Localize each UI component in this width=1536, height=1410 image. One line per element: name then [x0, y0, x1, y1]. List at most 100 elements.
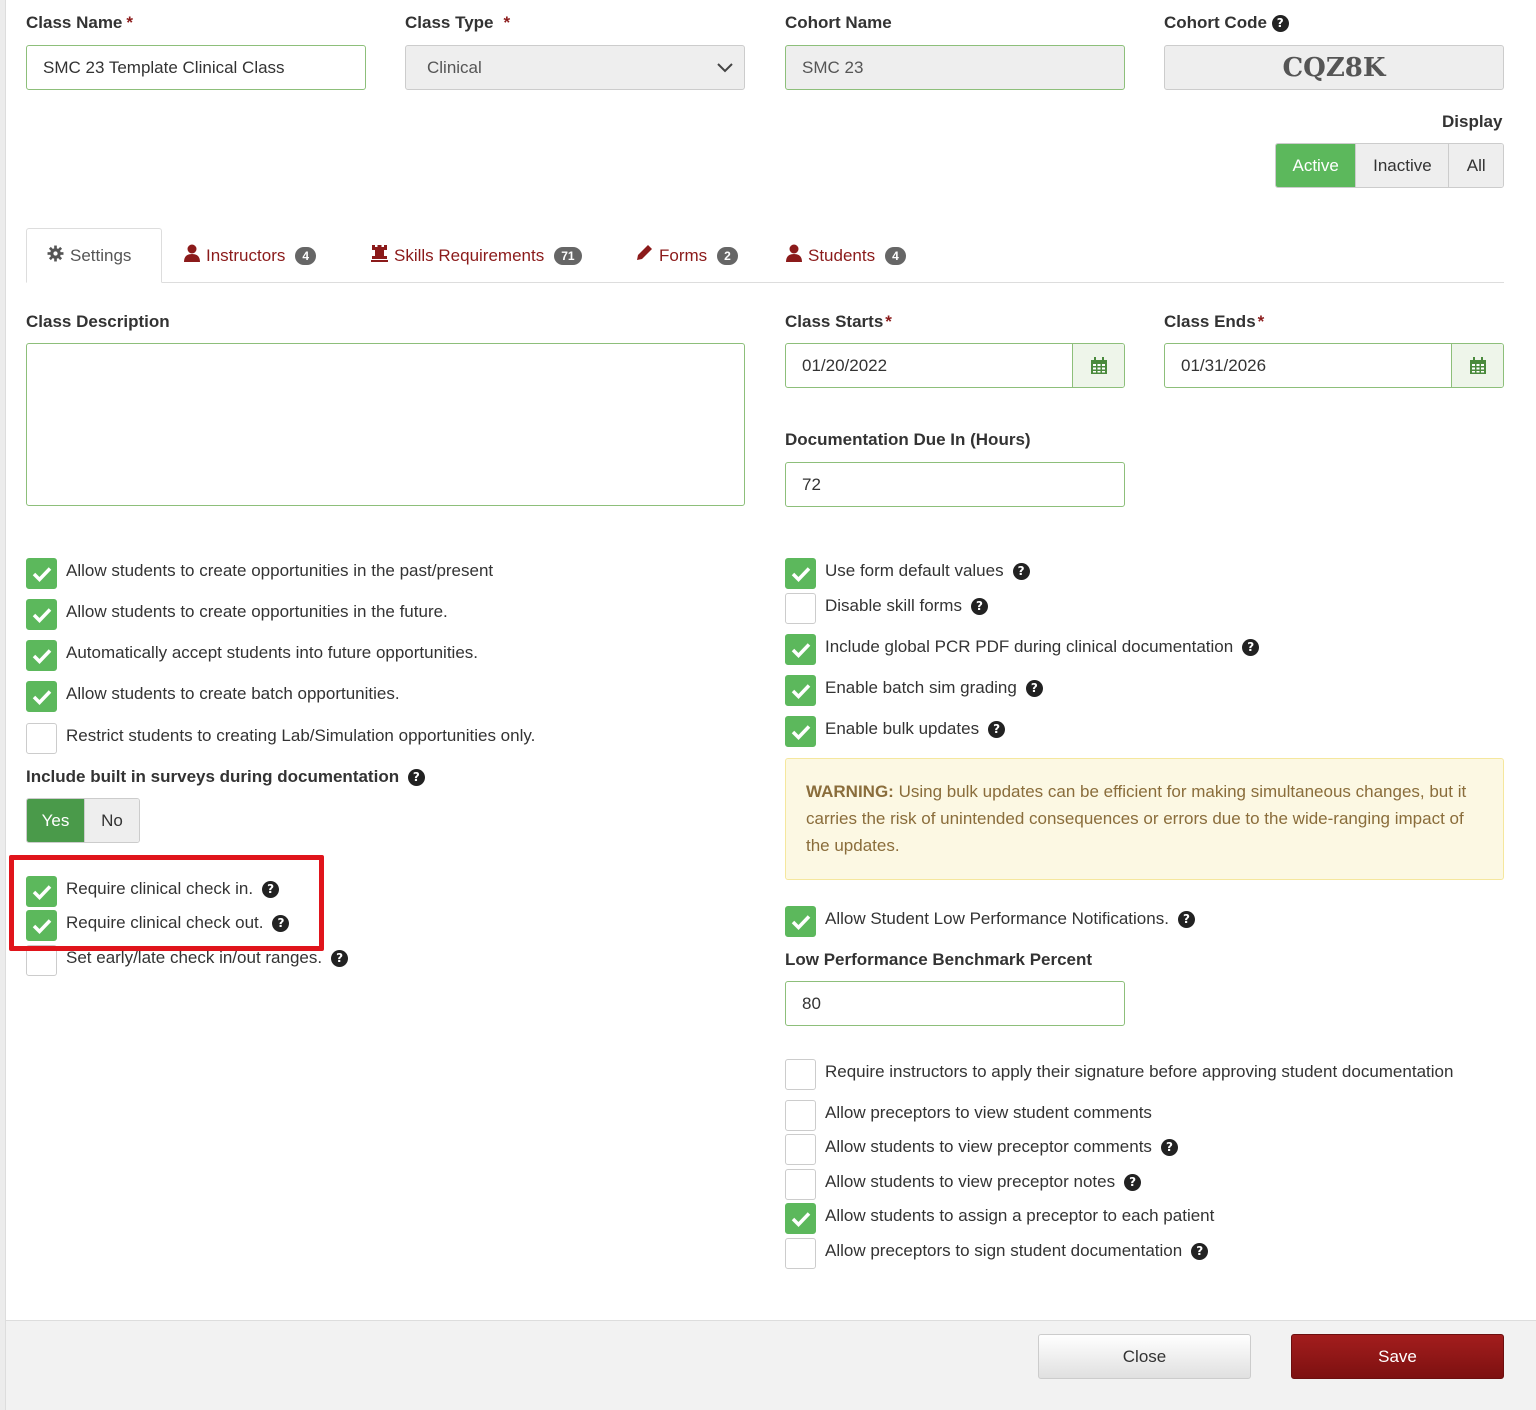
checkbox-allow-students-to-create-opportunities-in-the-pa[interactable]: [26, 558, 57, 589]
checkbox-label: Allow students to view preceptor comment…: [825, 1137, 1178, 1157]
surveys-no-button[interactable]: No: [83, 799, 139, 842]
help-icon[interactable]: ?: [1012, 562, 1030, 580]
benchmark-label: Low Performance Benchmark Percent: [785, 950, 1093, 969]
checkbox-disable-skill-forms[interactable]: [785, 593, 816, 624]
help-icon[interactable]: ?: [1191, 1242, 1209, 1260]
checkbox-label-text: Allow students to create opportunities i…: [66, 561, 494, 580]
surveys-toggle: Yes No: [26, 798, 140, 843]
documentation-due-label: Documentation Due In (Hours): [785, 430, 1031, 449]
checkbox-label-text: Set early/late check in/out ranges.: [66, 948, 323, 967]
checkbox-label-text: Include global PCR PDF during clinical d…: [825, 637, 1234, 656]
checkbox-automatically-accept-students-into-future-opport[interactable]: [26, 640, 57, 671]
documentation-due-input[interactable]: 72: [785, 462, 1125, 507]
checkbox-include-global-pcr-pdf-during-clinical-documenta[interactable]: [785, 634, 816, 665]
checkbox-allow-preceptors-to-sign-student-documentation[interactable]: [785, 1238, 816, 1269]
tab-instructors[interactable]: Instructors 4: [184, 228, 317, 283]
cohort-code-value: CQZ8K: [1164, 45, 1504, 90]
calendar-icon[interactable]: [1072, 344, 1124, 387]
help-icon[interactable]: ?: [331, 949, 349, 967]
class-ends-label: Class Ends *: [1164, 312, 1265, 331]
help-icon[interactable]: ?: [970, 597, 988, 615]
pencil-icon: [635, 244, 653, 267]
checkbox-label: Include global PCR PDF during clinical d…: [825, 637, 1260, 657]
user-icon: [184, 244, 200, 267]
help-icon[interactable]: ?: [1160, 1138, 1178, 1156]
help-icon[interactable]: ?: [1177, 910, 1195, 928]
checkbox-label-text: Enable bulk updates: [825, 719, 980, 738]
checkbox-label: Allow students to create batch opportuni…: [66, 684, 400, 704]
tab-forms[interactable]: Forms 2: [635, 228, 738, 283]
cohort-code-label: Cohort Code ?: [1164, 13, 1289, 33]
display-label: Display: [1442, 112, 1503, 131]
checkbox-allow-students-to-view-preceptor-notes[interactable]: [785, 1169, 816, 1200]
close-button[interactable]: Close: [1038, 1334, 1251, 1379]
save-button[interactable]: Save: [1291, 1334, 1504, 1379]
count-badge: 4: [885, 246, 906, 265]
class-description-textarea[interactable]: [26, 343, 745, 506]
checkbox-allow-students-to-view-preceptor-comments[interactable]: [785, 1134, 816, 1165]
checkbox-label-text: Use form default values: [825, 561, 1004, 580]
class-starts-label: Class Starts *: [785, 312, 892, 331]
gear-icon: [47, 245, 64, 267]
checkbox-enable-bulk-updates[interactable]: [785, 716, 816, 747]
class-starts-input[interactable]: 01/20/2022: [785, 343, 1125, 388]
warning-title: WARNING:: [806, 782, 894, 801]
count-badge: 71: [554, 246, 582, 265]
bulk-update-warning: WARNING: Using bulk updates can be effic…: [785, 758, 1504, 880]
tab-students[interactable]: Students 4: [786, 228, 906, 283]
tab-settings-label: Settings: [70, 245, 132, 265]
checkbox-label-text: Automatically accept students into futur…: [66, 643, 479, 662]
tab-students-label: Students: [808, 245, 876, 265]
checkbox-label-text: Allow preceptors to view student comment…: [825, 1103, 1152, 1122]
checkbox-require-instructors-to-apply-their-signature-bef[interactable]: [785, 1059, 816, 1090]
checkbox-label: Allow preceptors to view student comment…: [825, 1103, 1152, 1123]
checkbox-label-text: Allow students to view preceptor notes: [825, 1172, 1116, 1191]
checkbox-label: Disable skill forms?: [825, 596, 988, 616]
checkbox-label: Allow students to view preceptor notes?: [825, 1172, 1142, 1192]
surveys-label: Include built in surveys during document…: [26, 767, 425, 787]
checkbox-allow-students-to-create-batch-opportunities[interactable]: [26, 681, 57, 712]
class-type-label: Class Type *: [405, 13, 511, 32]
display-inactive-button[interactable]: Inactive: [1355, 144, 1449, 187]
checkbox-label: Require instructors to apply their signa…: [825, 1062, 1453, 1082]
checkbox-use-form-default-values[interactable]: [785, 558, 816, 589]
count-badge: 2: [717, 246, 738, 265]
checkbox-label: Restrict students to creating Lab/Simula…: [66, 726, 535, 746]
class-type-select[interactable]: Clinical: [405, 45, 745, 90]
checkbox-label: Allow students to assign a preceptor to …: [825, 1206, 1214, 1226]
display-all-button[interactable]: All: [1448, 144, 1503, 187]
benchmark-input[interactable]: 80: [785, 981, 1125, 1026]
checkbox-allow-students-to-create-opportunities-in-the-fu[interactable]: [26, 599, 57, 630]
surveys-yes-button[interactable]: Yes: [27, 799, 84, 842]
tab-skills-label: Skills Requirements: [394, 245, 545, 265]
class-name-input[interactable]: SMC 23 Template Clinical Class: [26, 45, 366, 90]
checkbox-label-text: Allow students to assign a preceptor to …: [825, 1206, 1215, 1225]
checkbox-label: Enable batch sim grading?: [825, 678, 1043, 698]
checkbox-restrict-students-to-creating-lab-simulation-opp[interactable]: [26, 723, 57, 754]
cohort-name-input: SMC 23: [785, 45, 1125, 90]
checkbox-label: Allow students to create opportunities i…: [66, 602, 448, 622]
tab-settings[interactable]: Settings: [26, 228, 162, 283]
help-icon[interactable]: ?: [407, 769, 425, 787]
checkbox-label-text: Allow students to create opportunities i…: [66, 602, 448, 621]
highlight-box: [9, 855, 324, 951]
help-icon[interactable]: ?: [988, 720, 1006, 738]
checkbox-enable-batch-sim-grading[interactable]: [785, 675, 816, 706]
display-toggle-group: Active Inactive All: [1275, 143, 1504, 188]
checkbox-low-performance-notifications[interactable]: [785, 906, 816, 937]
checkbox-label-text: Require instructors to apply their signa…: [825, 1062, 1454, 1081]
help-icon[interactable]: ?: [1124, 1173, 1142, 1191]
help-icon[interactable]: ?: [1025, 679, 1043, 697]
checkbox-label: Allow preceptors to sign student documen…: [825, 1241, 1209, 1261]
help-icon[interactable]: ?: [1242, 638, 1260, 656]
calendar-icon[interactable]: [1451, 344, 1503, 387]
display-active-button[interactable]: Active: [1276, 144, 1356, 187]
help-icon[interactable]: ?: [1271, 15, 1289, 33]
checkbox-allow-preceptors-to-view-student-comments[interactable]: [785, 1100, 816, 1131]
checkbox-label-text: Allow Student Low Performance Notificati…: [825, 909, 1169, 928]
checkbox-allow-students-to-assign-a-preceptor-to-each-pat[interactable]: [785, 1203, 816, 1234]
checkbox-label: Allow students to create opportunities i…: [66, 561, 493, 581]
tab-skills-requirements[interactable]: Skills Requirements 71: [371, 228, 582, 283]
checkbox-label-text: Enable batch sim grading: [825, 678, 1017, 697]
class-ends-input[interactable]: 01/31/2026: [1164, 343, 1504, 388]
